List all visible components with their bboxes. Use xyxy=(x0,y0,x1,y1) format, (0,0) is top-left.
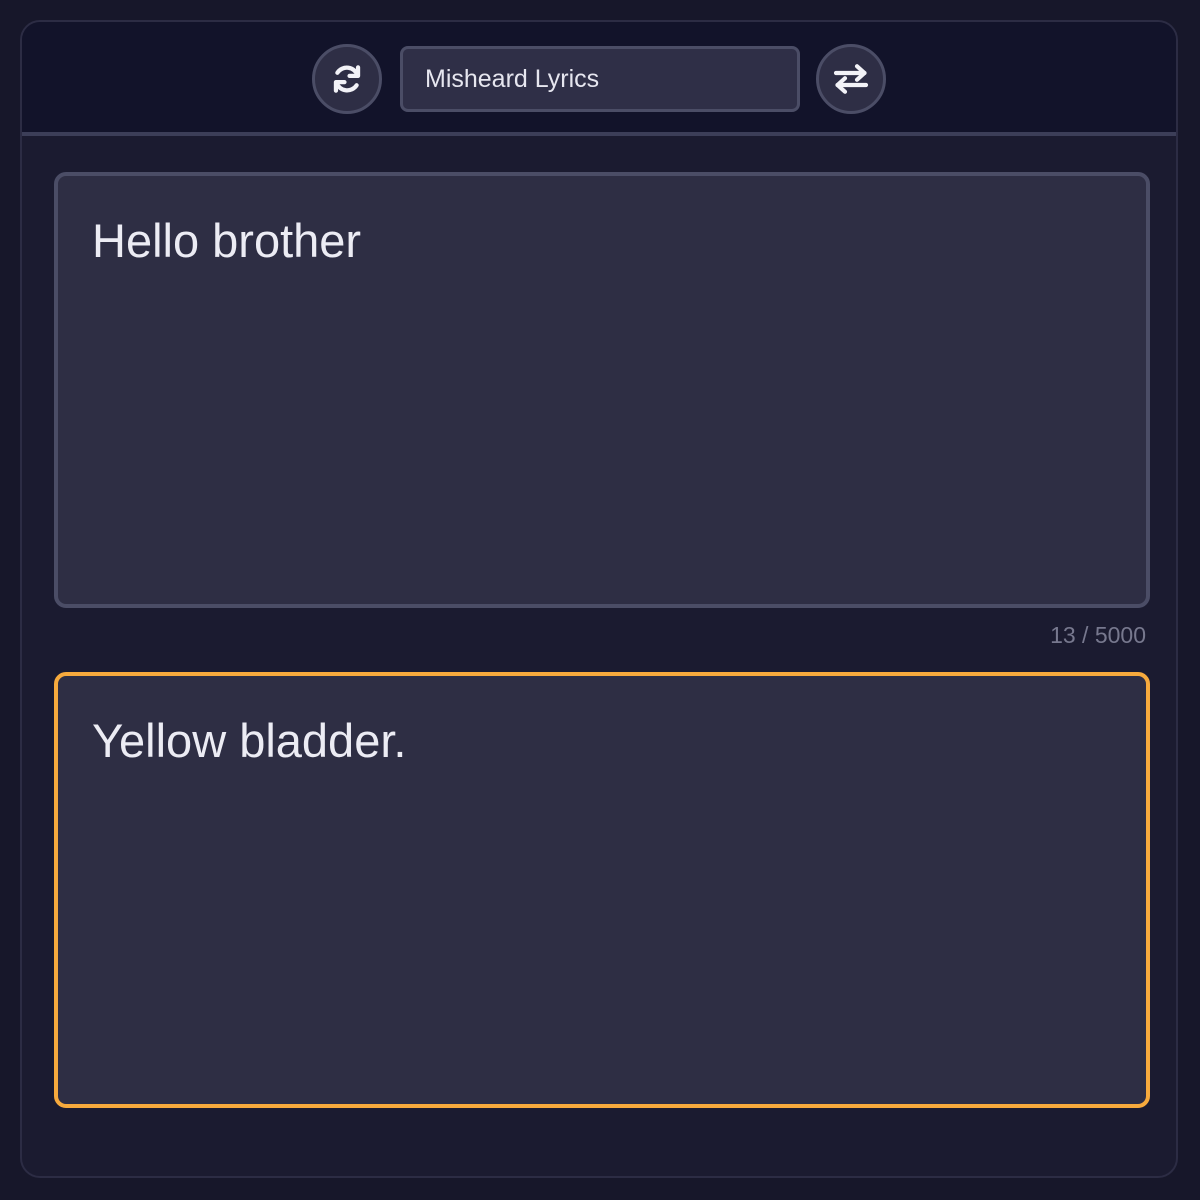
mode-select[interactable]: Misheard Lyrics xyxy=(400,46,800,112)
swap-button[interactable] xyxy=(816,44,886,114)
refresh-icon xyxy=(330,62,364,96)
toolbar: Misheard Lyrics xyxy=(22,22,1176,136)
app-window: Misheard Lyrics Hello brother 13 / 5000 … xyxy=(20,20,1178,1178)
source-text-input[interactable]: Hello brother xyxy=(54,172,1150,608)
result-text-output: Yellow bladder. xyxy=(54,672,1150,1108)
swap-icon xyxy=(833,64,869,94)
mode-select-label: Misheard Lyrics xyxy=(425,64,600,93)
refresh-button[interactable] xyxy=(312,44,382,114)
character-counter: 13 / 5000 xyxy=(1050,622,1146,648)
